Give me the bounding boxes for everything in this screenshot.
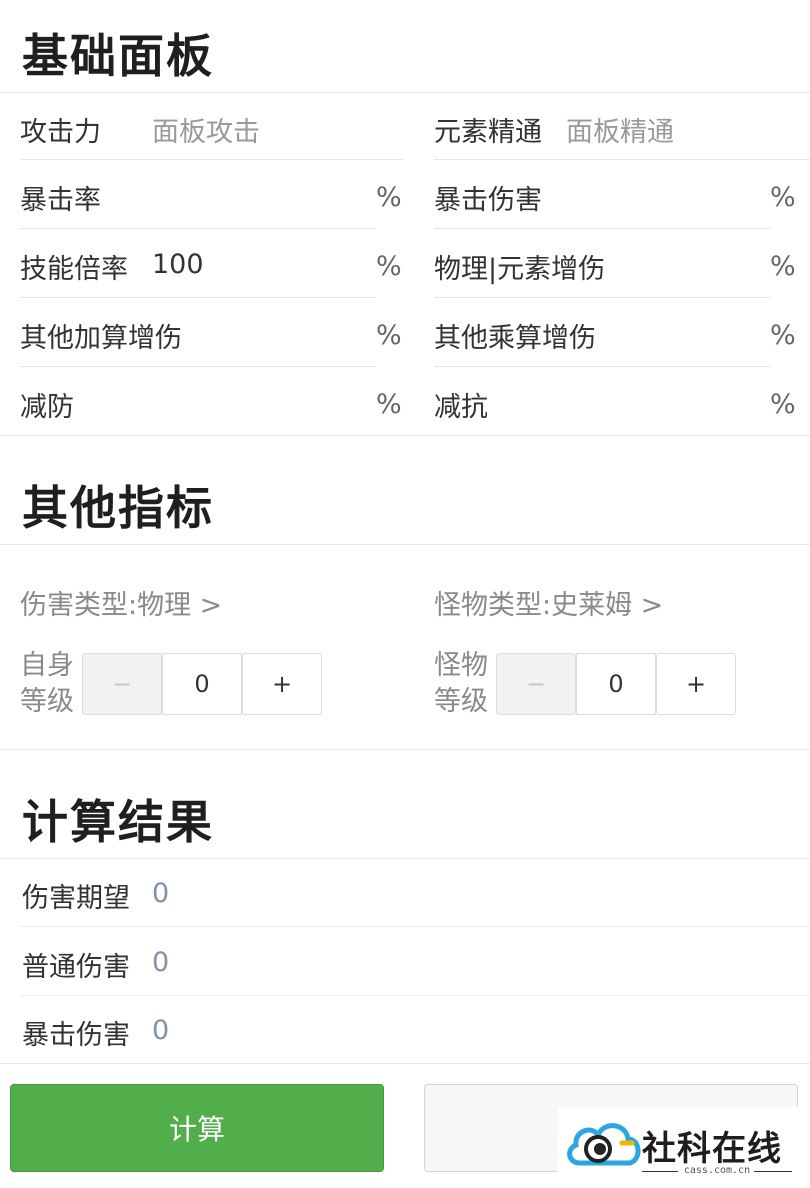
monster-level-decrement-button[interactable]: − [496,653,576,715]
expected-damage-label: 伤害期望 [22,883,130,914]
def-reduction-input[interactable] [100,382,370,422]
divider [434,228,770,229]
self-level-increment-button[interactable]: + [242,653,322,715]
attack-input[interactable]: 面板攻击 [152,110,260,149]
other-add-bonus-input[interactable] [190,313,370,353]
divider [0,749,810,750]
crit-rate-label: 暴击率 [20,185,101,216]
divider [20,297,376,298]
attack-label: 攻击力 [20,117,101,148]
panel-section-title: 基础面板 [22,29,214,83]
skill-multiplier-input[interactable]: 100 [152,249,204,280]
self-level-label: 自身等级 [20,650,74,717]
divider [20,228,376,229]
divider [20,995,810,996]
divider [754,1171,792,1172]
percent-sign: % [376,182,402,213]
crit-rate-input[interactable] [152,175,367,215]
crit-dmg-input[interactable] [566,175,766,215]
divider [0,858,810,859]
def-reduction-label: 减防 [20,392,74,423]
percent-sign: % [770,251,796,282]
expected-damage-value: 0 [152,878,170,909]
percent-sign: % [770,320,796,351]
phys-elem-bonus-input[interactable] [610,245,760,285]
elemental-mastery-label: 元素精通 [434,117,542,148]
divider [434,297,770,298]
percent-sign: % [770,182,796,213]
self-level-decrement-button[interactable]: − [82,653,162,715]
other-mult-bonus-input[interactable] [604,313,764,353]
percent-sign: % [770,389,796,420]
calculate-button[interactable]: 计算 [10,1084,384,1172]
divider [20,159,404,160]
monster-type-selector[interactable]: 怪物类型:史莱姆 > [434,583,663,622]
percent-sign: % [376,320,402,351]
damage-type-selector[interactable]: 伤害类型:物理 > [20,583,222,622]
monster-level-label: 怪物等级 [434,650,488,717]
res-reduction-input[interactable] [510,382,760,422]
percent-sign: % [376,251,402,282]
divider [0,435,810,436]
skill-multiplier-label: 技能倍率 [20,254,128,285]
divider [0,92,810,93]
divider [434,366,770,367]
elemental-mastery-input[interactable]: 面板精通 [566,110,674,149]
self-level-value[interactable]: 0 [162,653,242,715]
divider [20,366,376,367]
divider [0,544,810,545]
other-mult-bonus-label: 其他乘算增伤 [434,323,596,354]
watermark: 社科在线 cass.com.cn [558,1107,800,1181]
crit-dmg-label: 暴击伤害 [434,185,542,216]
normal-damage-value: 0 [152,947,170,978]
crit-damage-value: 0 [152,1015,170,1046]
watermark-text: 社科在线 [642,1129,782,1169]
result-section-title: 计算结果 [22,795,214,849]
percent-sign: % [376,389,402,420]
normal-damage-label: 普通伤害 [22,952,130,983]
monster-level-increment-button[interactable]: + [656,653,736,715]
monster-level-value[interactable]: 0 [576,653,656,715]
other-section-title: 其他指标 [22,481,214,535]
divider [20,926,810,927]
cloud-eye-logo-icon [567,1123,641,1166]
res-reduction-label: 减抗 [434,392,488,423]
divider [434,159,810,160]
phys-elem-bonus-label: 物理|元素增伤 [434,254,606,285]
crit-damage-label: 暴击伤害 [22,1020,130,1051]
divider [0,1063,810,1064]
other-add-bonus-label: 其他加算增伤 [20,323,182,354]
